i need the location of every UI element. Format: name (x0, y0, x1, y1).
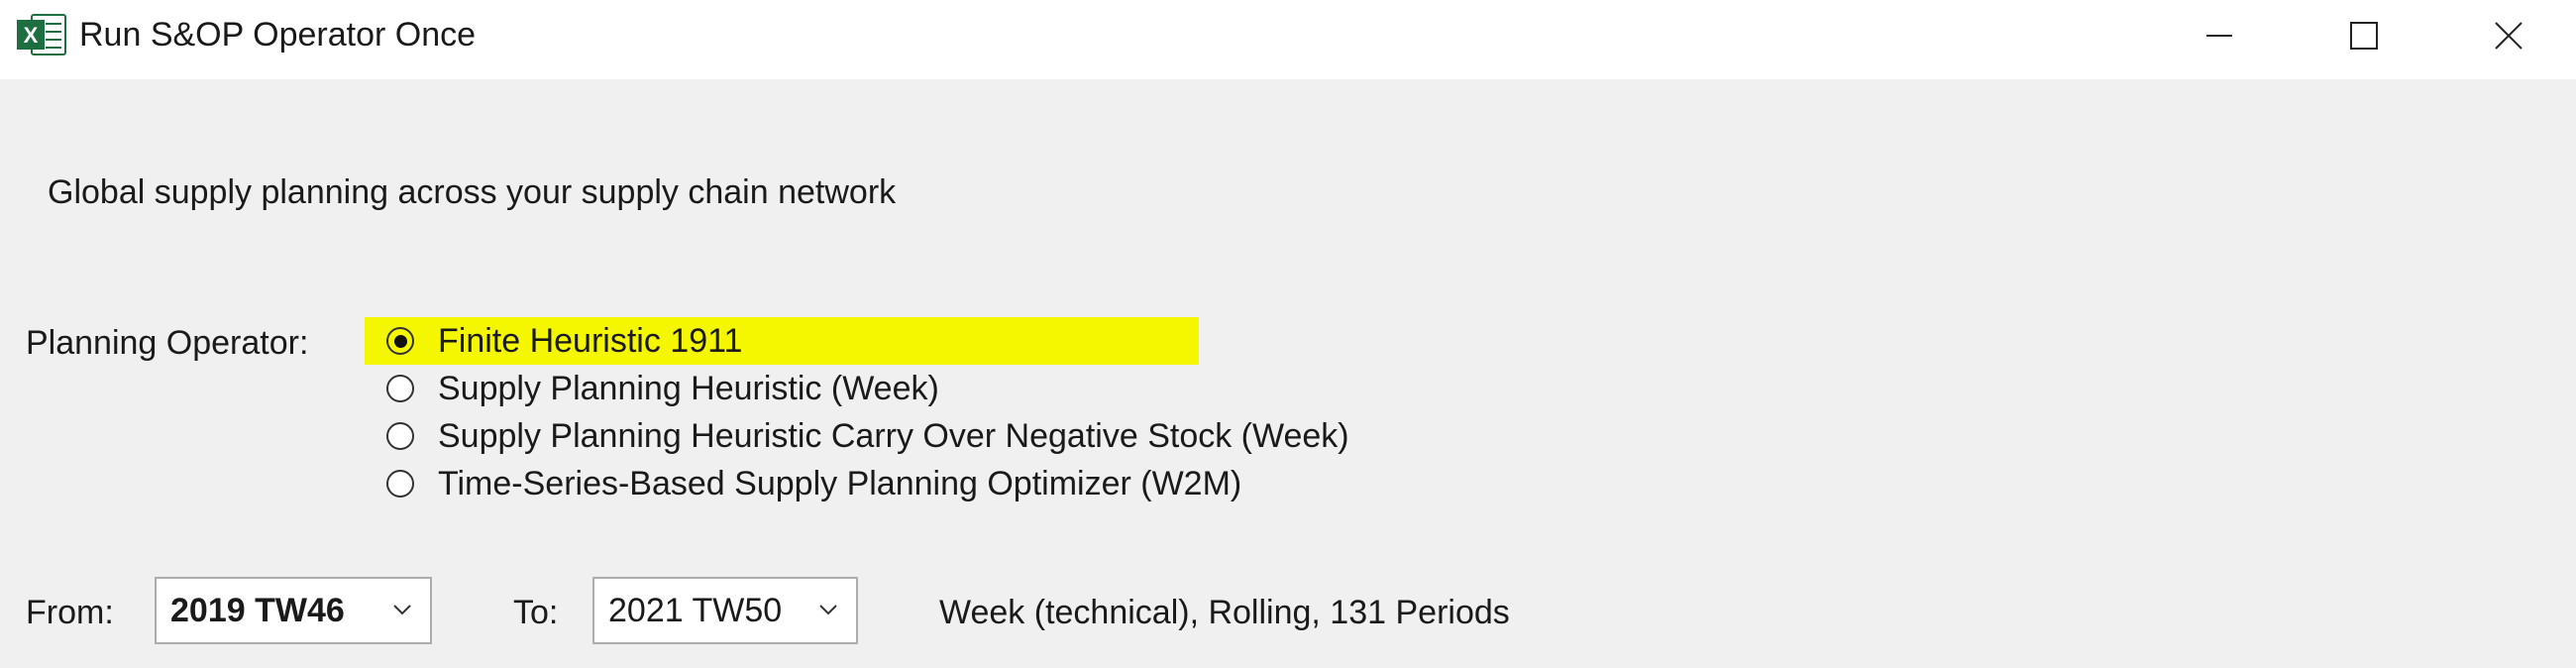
radio-selected-dot (393, 334, 407, 348)
minimize-icon (2206, 35, 2232, 37)
excel-icon-letter: X (24, 23, 39, 48)
radio-option-carry-over-negative-stock[interactable]: Supply Planning Heuristic Carry Over Neg… (386, 412, 1349, 460)
radio-option-label: Supply Planning Heuristic (Week) (438, 370, 939, 407)
window-title: Run S&OP Operator Once (79, 16, 477, 54)
radio-option-time-series-optimizer[interactable]: Time-Series-Based Supply Planning Optimi… (386, 460, 1349, 507)
close-icon (2495, 22, 2522, 50)
radio-option-label: Supply Planning Heuristic Carry Over Neg… (438, 417, 1349, 455)
radio-option-finite-heuristic[interactable]: Finite Heuristic 1911 (365, 317, 1349, 365)
radio-button[interactable] (386, 375, 414, 402)
maximize-icon (2350, 22, 2378, 50)
minimize-button[interactable] (2150, 0, 2289, 71)
maximize-button[interactable] (2295, 0, 2433, 71)
planning-operator-label: Planning Operator: (26, 324, 309, 362)
excel-icon: X (17, 14, 66, 56)
dialog-description: Global supply planning across your suppl… (48, 173, 897, 211)
period-info-text: Week (technical), Rolling, 131 Periods (939, 594, 1510, 631)
from-period-value: 2019 TW46 (170, 592, 345, 629)
close-button[interactable] (2439, 0, 2576, 71)
to-label: To: (513, 594, 559, 631)
radio-button[interactable] (386, 470, 414, 498)
planning-operator-radio-group: Finite Heuristic 1911 Supply Planning He… (365, 317, 1349, 507)
to-period-value: 2021 TW50 (608, 592, 783, 629)
title-bar: X Run S&OP Operator Once (0, 0, 2576, 79)
chevron-down-icon (393, 605, 411, 615)
from-label: From: (26, 594, 114, 631)
radio-option-label: Finite Heuristic 1911 (438, 322, 743, 360)
from-period-dropdown[interactable]: 2019 TW46 (155, 577, 432, 644)
radio-button[interactable] (386, 422, 414, 450)
chevron-down-icon (819, 605, 837, 615)
radio-option-supply-planning-heuristic-week[interactable]: Supply Planning Heuristic (Week) (386, 365, 1349, 412)
to-period-dropdown[interactable]: 2021 TW50 (592, 577, 858, 644)
radio-option-label: Time-Series-Based Supply Planning Optimi… (438, 465, 1242, 502)
radio-button-selected[interactable] (386, 327, 414, 355)
